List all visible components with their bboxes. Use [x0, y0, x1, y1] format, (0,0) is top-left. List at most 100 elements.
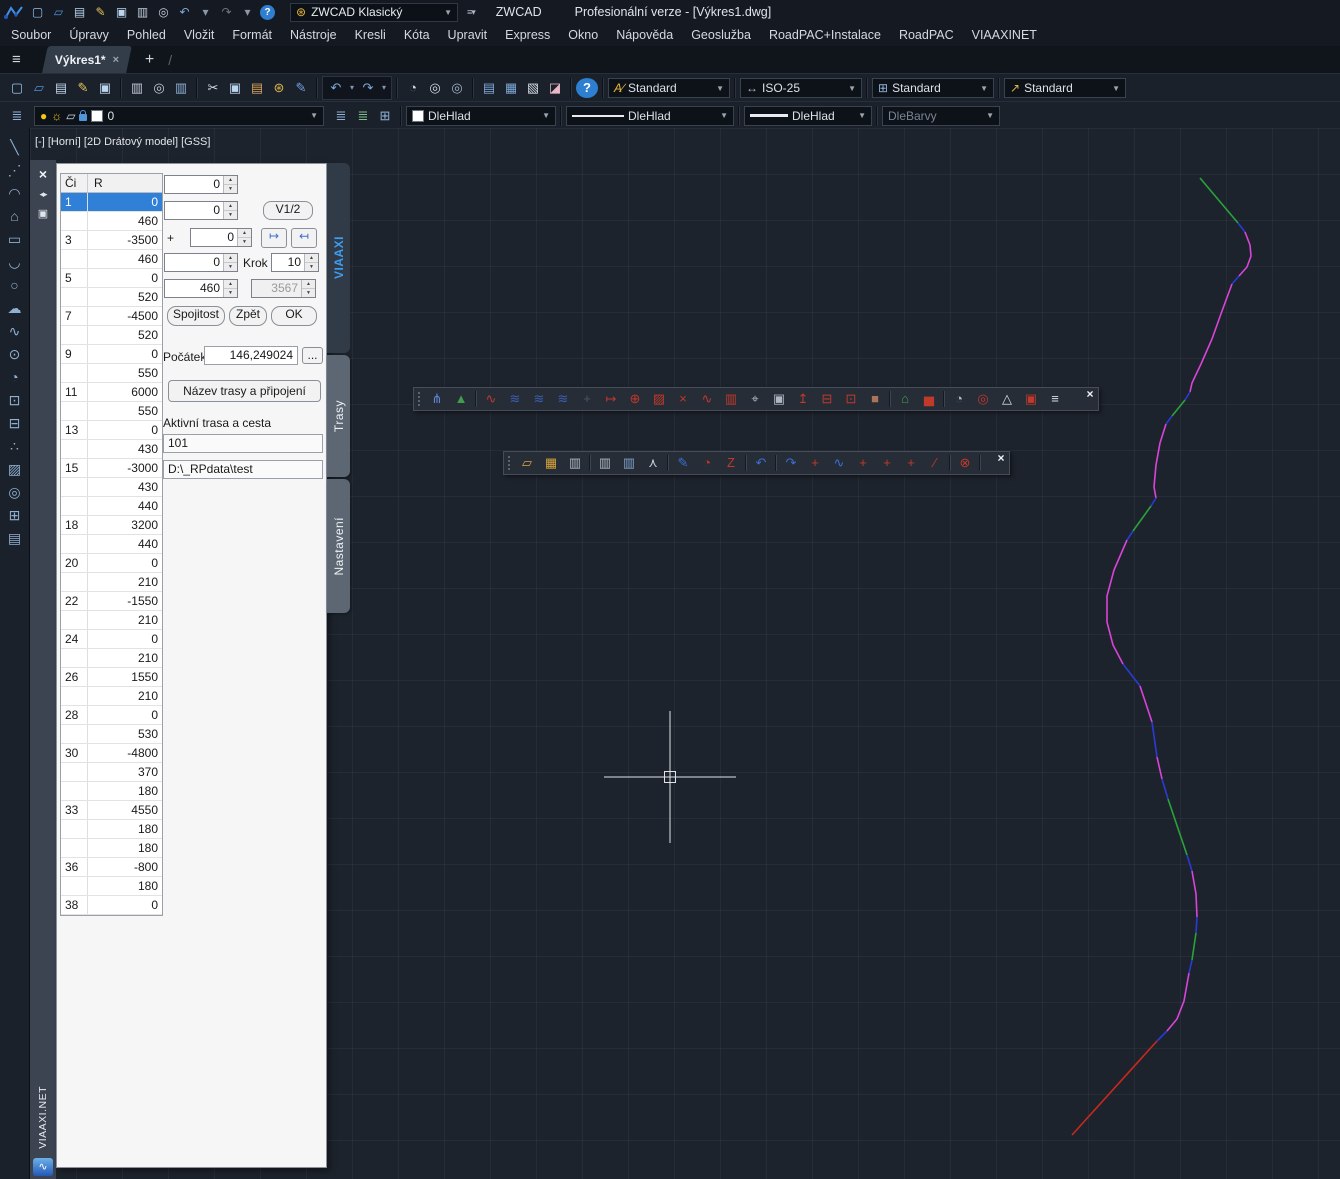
- minimize-ribbon-icon[interactable]: ≡▾: [467, 7, 475, 18]
- zpet-button[interactable]: Zpět: [229, 306, 267, 326]
- redo-icon[interactable]: ↷: [218, 4, 235, 21]
- table-icon[interactable]: ⊞: [3, 504, 27, 527]
- alignment-segment-magenta[interactable]: [1190, 284, 1232, 392]
- print-icon[interactable]: ▥: [126, 78, 148, 98]
- table-row[interactable]: 15-3000: [61, 459, 162, 478]
- make-block-icon[interactable]: ⊟: [3, 412, 27, 435]
- draworder-icon[interactable]: ▧: [522, 78, 544, 98]
- polyline-icon[interactable]: ◠: [3, 182, 27, 205]
- menu-item-viaaxinet[interactable]: VIAAXINET: [963, 24, 1046, 46]
- page-settings-icon[interactable]: ⊛: [268, 78, 290, 98]
- table-row[interactable]: 460: [61, 250, 162, 269]
- table-row[interactable]: 22-1550: [61, 592, 162, 611]
- surface-fill-icon[interactable]: ■: [863, 389, 887, 409]
- point-rotate-icon[interactable]: ⊕: [623, 389, 647, 409]
- table-row[interactable]: 550: [61, 402, 162, 421]
- table-row[interactable]: 460: [61, 212, 162, 231]
- toolbar-drag-handle[interactable]: [417, 391, 422, 407]
- ellipse-icon[interactable]: ⊙: [3, 343, 27, 366]
- table-row[interactable]: 440: [61, 535, 162, 554]
- insert-block-icon[interactable]: ⊡: [3, 389, 27, 412]
- table-row[interactable]: 210: [61, 573, 162, 592]
- table-row[interactable]: 3-3500: [61, 231, 162, 250]
- menu-item-roadpac[interactable]: RoadPAC: [890, 24, 963, 46]
- tab-vykres1[interactable]: Výkres1* ×: [42, 46, 132, 73]
- zoom-window-icon[interactable]: ◎: [424, 78, 446, 98]
- table-row[interactable]: 90: [61, 345, 162, 364]
- print-drawing-icon[interactable]: ▥: [617, 453, 641, 473]
- lineweight-combo[interactable]: DleHlad ▼: [744, 106, 872, 126]
- alignment-segment-blue[interactable]: [1123, 664, 1140, 686]
- spinner-1[interactable]: 0 ▲▼: [164, 175, 238, 194]
- menu-item-roadpac-instalace[interactable]: RoadPAC+Instalace: [760, 24, 890, 46]
- layer-combo[interactable]: ● ☼ ▱ 0 ▼: [34, 106, 324, 126]
- circle-icon[interactable]: ○: [3, 274, 27, 297]
- quick-select-icon[interactable]: ▦: [500, 78, 522, 98]
- alignment-segment-green[interactable]: [1133, 506, 1151, 531]
- spinner-arrows[interactable]: ▲▼: [223, 254, 237, 271]
- ellipse-arc-icon[interactable]: ◔: [3, 366, 27, 389]
- revision-cloud-icon[interactable]: ☁: [3, 297, 27, 320]
- layer-states-icon[interactable]: ≣: [352, 106, 374, 126]
- close-icon[interactable]: ×: [993, 452, 1009, 465]
- close-icon[interactable]: ×: [1082, 388, 1098, 401]
- alignment-segment-magenta[interactable]: [1157, 757, 1162, 779]
- table-row[interactable]: 180: [61, 820, 162, 839]
- delete-icon[interactable]: ⊗: [953, 453, 977, 473]
- alignment-segment-blue[interactable]: [1152, 722, 1157, 757]
- new-icon[interactable]: ▢: [6, 78, 28, 98]
- alignment-segment-magenta[interactable]: [1239, 232, 1251, 276]
- print-preview-icon[interactable]: ◎: [155, 4, 172, 21]
- side-tab-trasy[interactable]: Trasy: [327, 355, 350, 477]
- table-row[interactable]: 550: [61, 364, 162, 383]
- redo-dropdown-icon[interactable]: ▾: [239, 4, 256, 21]
- spojitost-button[interactable]: Spojitost: [167, 306, 225, 326]
- table-row[interactable]: 183200: [61, 516, 162, 535]
- help-icon[interactable]: ?: [576, 78, 598, 98]
- print-icon[interactable]: ▥: [134, 4, 151, 21]
- undo-dropdown-icon[interactable]: ▾: [197, 4, 214, 21]
- alignment-segment-blue[interactable]: [1162, 779, 1168, 799]
- zoom-realtime-icon[interactable]: ◔: [402, 78, 424, 98]
- viewport-label[interactable]: [-] [Horní] [2D Drátový model] [GSS]: [35, 136, 210, 148]
- table-style-combo[interactable]: ⊞ Standard ▼: [872, 78, 994, 98]
- alignment-segment-blue[interactable]: [1232, 276, 1239, 284]
- spinner-arrows[interactable]: ▲▼: [223, 202, 237, 219]
- paste-icon[interactable]: ▤: [246, 78, 268, 98]
- redo-icon[interactable]: ↷: [779, 453, 803, 473]
- zoom-previous-icon[interactable]: ◎: [446, 78, 468, 98]
- view-3d-icon[interactable]: △: [995, 389, 1019, 409]
- frame-icon[interactable]: ▣: [1019, 389, 1043, 409]
- road-design-icon[interactable]: ≋: [503, 389, 527, 409]
- dashed-copy-icon[interactable]: ⊡: [839, 389, 863, 409]
- add-tangent-icon[interactable]: +: [851, 453, 875, 473]
- alignment-segment-blue[interactable]: [1157, 1031, 1167, 1041]
- table-row[interactable]: 180: [61, 877, 162, 896]
- table-row[interactable]: 530: [61, 725, 162, 744]
- alignment-segment-blue[interactable]: [1238, 223, 1245, 232]
- alignment-segment-blue[interactable]: [1187, 855, 1192, 871]
- v12-button[interactable]: V1/2: [263, 201, 313, 220]
- remove-row-button[interactable]: ↤: [291, 228, 317, 248]
- print-report-icon[interactable]: ▥: [563, 453, 587, 473]
- alignment-segment-green[interactable]: [1200, 178, 1238, 223]
- alignment-segment-red[interactable]: [1072, 1041, 1157, 1135]
- ok-button[interactable]: OK: [271, 306, 317, 326]
- table-row[interactable]: 280: [61, 706, 162, 725]
- add-element-icon[interactable]: +: [899, 453, 923, 473]
- text-style-combo[interactable]: A∕ Standard ▼: [608, 78, 730, 98]
- layer-manager-icon[interactable]: ≣: [6, 106, 28, 126]
- save-as-icon[interactable]: ✎: [72, 78, 94, 98]
- alignment-segment-blue[interactable]: [1196, 917, 1197, 933]
- menu-item-okno[interactable]: Okno: [559, 24, 607, 46]
- road-check-icon[interactable]: ≋: [551, 389, 575, 409]
- mleader-style-combo[interactable]: ↗ Standard ▼: [1004, 78, 1126, 98]
- save-icon[interactable]: ▤: [50, 78, 72, 98]
- pocatek-field[interactable]: 146,249024: [204, 346, 298, 365]
- terrain-icon[interactable]: ▲: [449, 389, 473, 409]
- layer-vp-icon[interactable]: ▱: [66, 109, 75, 123]
- alignment-segment-green[interactable]: [1168, 799, 1187, 855]
- add-station-icon[interactable]: +: [803, 453, 827, 473]
- layer-on-icon[interactable]: ●: [40, 109, 47, 123]
- table-row[interactable]: 370: [61, 763, 162, 782]
